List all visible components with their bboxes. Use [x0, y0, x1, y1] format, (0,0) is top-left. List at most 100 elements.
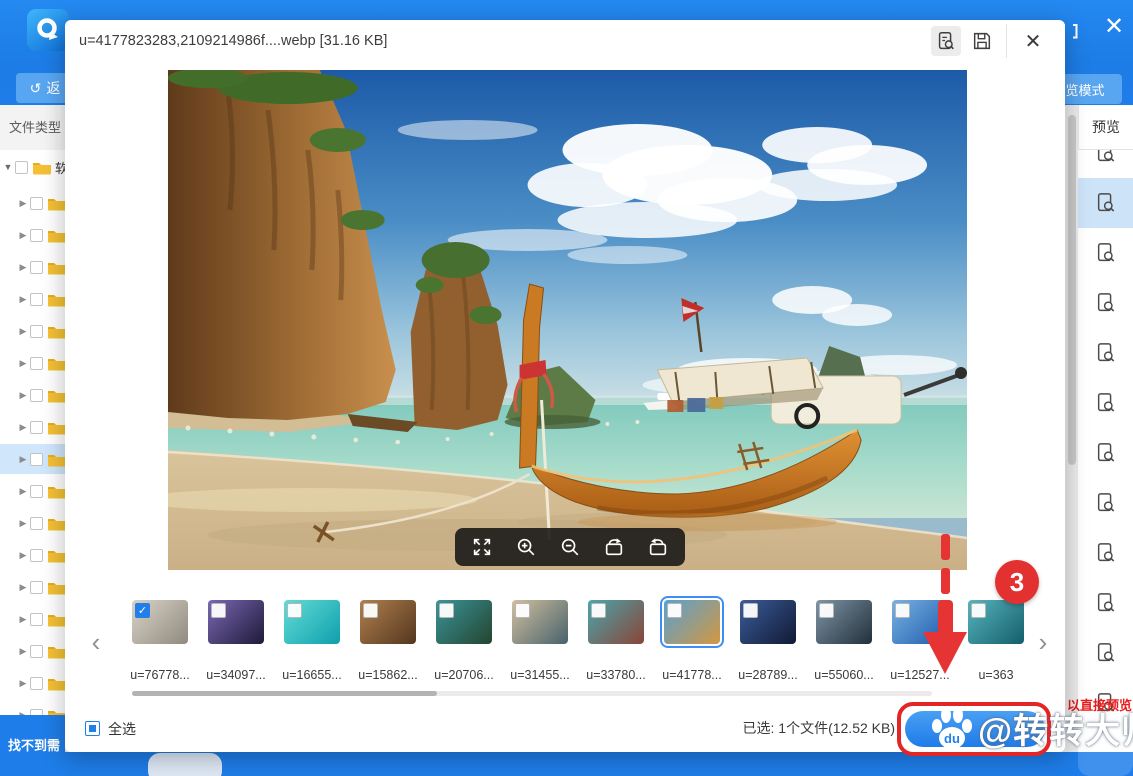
thumbnail-checkbox[interactable] [819, 603, 834, 618]
preview-file-item[interactable] [1078, 278, 1133, 328]
thumbnails-scrollbar[interactable] [132, 691, 932, 696]
close-dialog-button[interactable]: ✕ [1018, 26, 1048, 56]
preview-toggle-button[interactable] [931, 26, 961, 56]
thumbnail-checkbox[interactable]: ✓ [135, 603, 150, 618]
collapse-arrow-icon[interactable]: ▶ [18, 230, 28, 241]
select-all-checkbox-box[interactable] [85, 721, 100, 736]
collapse-arrow-icon[interactable]: ▶ [18, 518, 28, 529]
folder-row[interactable]: ▶ [0, 220, 65, 250]
folder-checkbox[interactable] [30, 613, 43, 626]
folder-row[interactable]: ▶ [0, 380, 65, 410]
thumbnail-image[interactable] [740, 600, 796, 644]
folder-checkbox[interactable] [30, 389, 43, 402]
folder-row[interactable]: ▶ [0, 508, 65, 538]
folder-row[interactable]: ▶ [0, 348, 65, 378]
thumbnails-next-button[interactable]: › [1033, 618, 1053, 666]
collapse-arrow-icon[interactable]: ▶ [18, 358, 28, 369]
select-all-checkbox[interactable]: 全选 [85, 705, 136, 752]
collapse-arrow-icon[interactable]: ▶ [18, 646, 28, 657]
folder-row[interactable]: ▶ [0, 700, 65, 715]
folder-row-root[interactable]: ▼软件 [0, 152, 65, 182]
folder-row[interactable]: ▶ [0, 316, 65, 346]
thumbnail-image[interactable] [284, 600, 340, 644]
folder-row[interactable]: ▶ [0, 444, 65, 474]
folder-checkbox[interactable] [30, 485, 43, 498]
thumbnail-checkbox[interactable] [211, 603, 226, 618]
folder-checkbox[interactable] [30, 325, 43, 338]
thumbnail-checkbox[interactable] [971, 603, 986, 618]
zoom-out-icon[interactable] [559, 536, 581, 558]
save-button[interactable] [967, 26, 997, 56]
preview-file-item[interactable] [1078, 178, 1133, 228]
rotate-cw-icon[interactable] [603, 536, 625, 558]
preview-file-item[interactable] [1078, 528, 1133, 578]
collapse-arrow-icon[interactable]: ▶ [18, 550, 28, 561]
folder-row[interactable]: ▶ [0, 540, 65, 570]
folder-row[interactable]: ▶ [0, 188, 65, 218]
right-scrollbar-thumb[interactable] [1068, 115, 1076, 465]
thumbnail-image[interactable] [588, 600, 644, 644]
thumbnail-checkbox[interactable] [515, 603, 530, 618]
folder-row[interactable]: ▶ [0, 284, 65, 314]
folder-checkbox[interactable] [30, 229, 43, 242]
preview-file-item[interactable] [1078, 328, 1133, 378]
zoom-in-icon[interactable] [515, 536, 537, 558]
thumbnail-image[interactable] [360, 600, 416, 644]
collapse-arrow-icon[interactable]: ▶ [18, 678, 28, 689]
thumbnail-checkbox[interactable] [363, 603, 378, 618]
collapse-arrow-icon[interactable]: ▶ [18, 198, 28, 209]
folder-row[interactable]: ▶ [0, 252, 65, 282]
folder-checkbox[interactable] [30, 357, 43, 370]
thumbnail-checkbox[interactable] [895, 603, 910, 618]
thumbnail-image[interactable] [436, 600, 492, 644]
collapse-arrow-icon[interactable]: ▶ [18, 262, 28, 273]
folder-row[interactable]: ▶ [0, 476, 65, 506]
collapse-arrow-icon[interactable]: ▶ [18, 294, 28, 305]
thumbnail-image[interactable] [664, 600, 720, 644]
thumbnail-checkbox[interactable] [591, 603, 606, 618]
collapse-arrow-icon[interactable]: ▶ [18, 326, 28, 337]
thumbnail-checkbox[interactable] [667, 603, 682, 618]
preview-file-item[interactable] [1078, 628, 1133, 678]
preview-file-item[interactable] [1078, 578, 1133, 628]
folder-checkbox[interactable] [15, 161, 28, 174]
folder-checkbox[interactable] [30, 293, 43, 306]
thumbnail-image[interactable] [512, 600, 568, 644]
close-app-icon[interactable]: ✕ [1101, 12, 1127, 41]
preview-file-item[interactable] [1078, 428, 1133, 478]
collapse-arrow-icon[interactable]: ▶ [18, 422, 28, 433]
thumbnail-checkbox[interactable] [743, 603, 758, 618]
thumbnail-image[interactable] [968, 600, 1024, 644]
folder-row[interactable]: ▶ [0, 636, 65, 666]
folder-checkbox[interactable] [30, 421, 43, 434]
thumbnails-scrollbar-thumb[interactable] [132, 691, 437, 696]
folder-checkbox[interactable] [30, 261, 43, 274]
thumbnail-image[interactable] [816, 600, 872, 644]
folder-row[interactable]: ▶ [0, 412, 65, 442]
collapse-arrow-icon[interactable]: ▶ [18, 454, 28, 465]
preview-file-item[interactable] [1078, 378, 1133, 428]
fullscreen-icon[interactable] [471, 536, 493, 558]
expand-arrow-icon[interactable]: ▼ [3, 162, 13, 172]
folder-row[interactable]: ▶ [0, 572, 65, 602]
folder-checkbox[interactable] [30, 581, 43, 594]
thumbnail-checkbox[interactable] [287, 603, 302, 618]
thumbnail-image[interactable]: ✓ [132, 600, 188, 644]
collapse-arrow-icon[interactable]: ▶ [18, 614, 28, 625]
folder-checkbox[interactable] [30, 549, 43, 562]
folder-row[interactable]: ▶ [0, 668, 65, 698]
folder-checkbox[interactable] [30, 517, 43, 530]
collapse-arrow-icon[interactable]: ▶ [18, 390, 28, 401]
collapse-arrow-icon[interactable]: ▶ [18, 486, 28, 497]
folder-checkbox[interactable] [30, 197, 43, 210]
thumbnail-image[interactable] [208, 600, 264, 644]
folder-checkbox[interactable] [30, 645, 43, 658]
preview-file-item[interactable] [1078, 228, 1133, 278]
folder-row[interactable]: ▶ [0, 604, 65, 634]
rotate-ccw-icon[interactable] [647, 536, 669, 558]
collapse-arrow-icon[interactable]: ▶ [18, 582, 28, 593]
thumbnail-checkbox[interactable] [439, 603, 454, 618]
folder-checkbox[interactable] [30, 453, 43, 466]
folder-checkbox[interactable] [30, 677, 43, 690]
right-scrollbar[interactable] [1066, 105, 1078, 752]
